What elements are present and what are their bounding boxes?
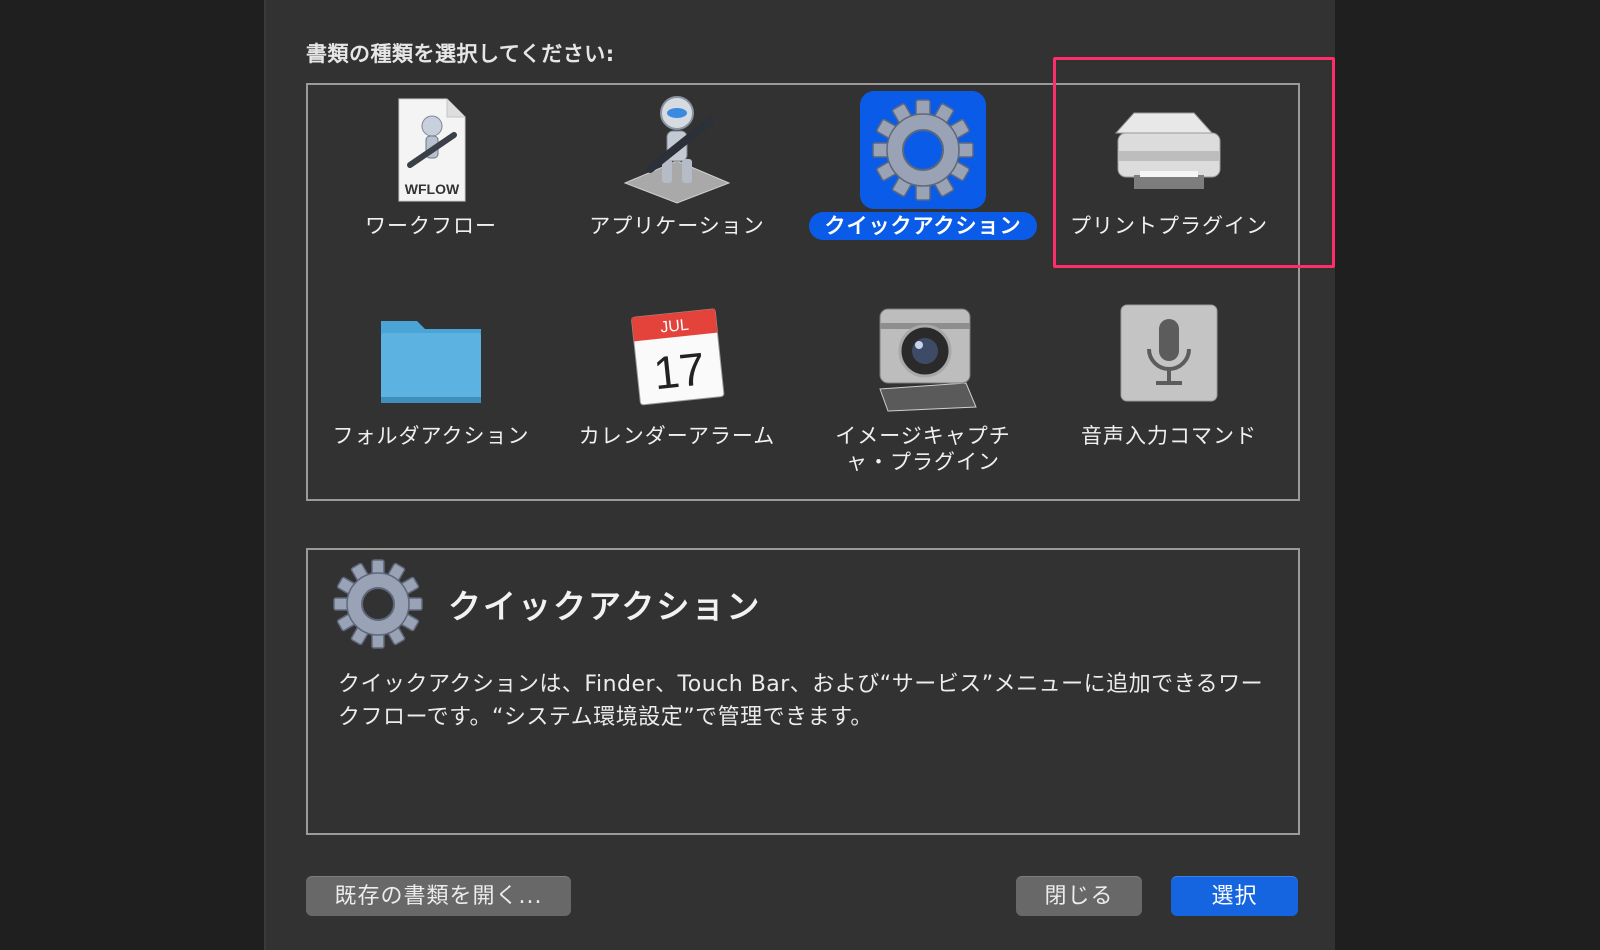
gear-icon [330, 556, 426, 652]
microphone-icon [1104, 299, 1234, 419]
folder-icon [366, 299, 496, 419]
new-document-dialog: 書類の種類を選択してください: WFLOW ワークフロー アプリケーション クイ… [266, 0, 1335, 950]
description-panel: クイックアクション クイックアクションは、Finder、Touch Bar、およ… [306, 548, 1300, 835]
doc-type-image-capture-plugin[interactable]: イメージキャプチ ャ・プラグイン [800, 293, 1046, 493]
doc-type-label: プリントプラグイン [1070, 214, 1268, 238]
calendar-icon: JUL 17 [612, 299, 742, 419]
doc-type-label-selected: クイックアクション [800, 212, 1046, 240]
doc-type-quick-action[interactable]: クイックアクション [800, 85, 1046, 285]
svg-text:17: 17 [651, 342, 707, 399]
dialog-prompt: 書類の種類を選択してください: [306, 42, 615, 66]
doc-type-label: イメージキャプチ ャ・プラグイン [835, 424, 1011, 474]
doc-type-calendar-alarm[interactable]: JUL 17 カレンダーアラーム [554, 293, 800, 493]
camera-icon [858, 299, 988, 419]
automator-robot-icon [612, 91, 742, 211]
choose-button[interactable]: 選択 [1171, 876, 1298, 916]
doc-type-print-plugin[interactable]: プリントプラグイン [1046, 85, 1292, 285]
background-left [0, 0, 266, 950]
document-type-grid: WFLOW ワークフロー アプリケーション クイックアクション プリントプラグイ… [306, 83, 1300, 501]
doc-type-label: アプリケーション [589, 214, 765, 238]
doc-type-dictation-command[interactable]: 音声入力コマンド [1046, 293, 1292, 493]
svg-text:JUL: JUL [660, 317, 690, 337]
workflow-file-icon: WFLOW [366, 91, 496, 211]
doc-type-label: カレンダーアラーム [578, 424, 776, 448]
doc-type-application[interactable]: アプリケーション [554, 85, 800, 285]
doc-type-workflow[interactable]: WFLOW ワークフロー [308, 85, 554, 285]
doc-type-label: フォルダアクション [332, 424, 530, 448]
description-text: クイックアクションは、Finder、Touch Bar、および“サービス”メニュ… [338, 672, 1264, 730]
gear-icon [858, 91, 988, 211]
doc-type-folder-action[interactable]: フォルダアクション [308, 293, 554, 493]
doc-type-label: ワークフロー [365, 214, 497, 238]
open-existing-document-button[interactable]: 既存の書類を開く... [306, 876, 571, 916]
svg-text:WFLOW: WFLOW [405, 181, 460, 197]
description-title: クイックアクション [448, 587, 762, 626]
printer-icon [1104, 91, 1234, 211]
close-button[interactable]: 閉じる [1016, 876, 1142, 916]
background-right [1335, 0, 1600, 950]
doc-type-label: 音声入力コマンド [1081, 424, 1257, 448]
